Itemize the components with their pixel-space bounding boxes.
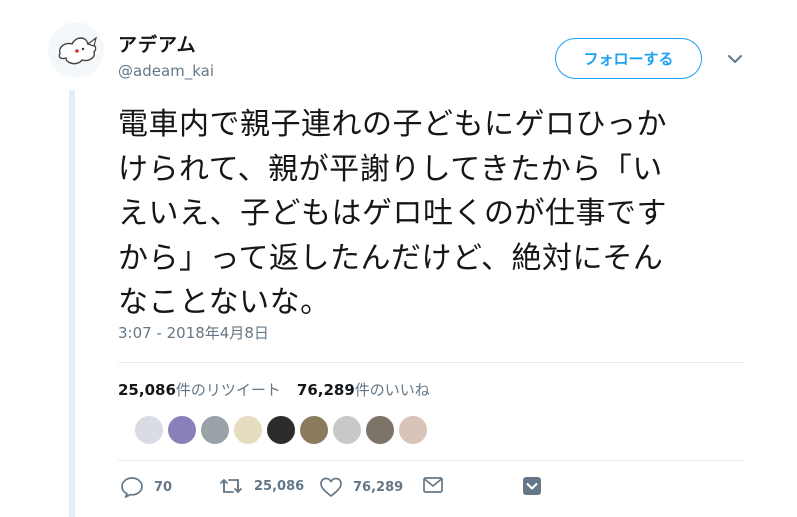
tweet-actions: 70 25,086 76,289 bbox=[120, 476, 550, 502]
conversation-thread-line bbox=[69, 90, 75, 517]
liker-avatar[interactable] bbox=[266, 415, 296, 445]
liker-avatar[interactable] bbox=[365, 415, 395, 445]
liker-avatars bbox=[134, 415, 428, 445]
reply-button[interactable]: 70 bbox=[120, 476, 172, 498]
like-button[interactable]: 76,289 bbox=[319, 476, 403, 498]
liker-avatar[interactable] bbox=[299, 415, 329, 445]
liker-avatar[interactable] bbox=[398, 415, 428, 445]
screen-name[interactable]: @adeam_kai bbox=[118, 62, 214, 80]
tweet-timestamp[interactable]: 3:07 - 2018年4月8日 bbox=[118, 322, 269, 343]
divider bbox=[118, 362, 745, 363]
like-stat-label: 件のいいね bbox=[354, 381, 430, 399]
retweet-stat[interactable]: 25,086件のリツイート bbox=[118, 379, 281, 400]
tweet-stats: 25,086件のリツイート 76,289件のいいね bbox=[118, 379, 430, 400]
retweet-count: 25,086 bbox=[254, 478, 305, 494]
tweet-text-line: 電車内で親子連れの子どもにゲロひっか bbox=[118, 107, 667, 142]
retweet-stat-label: 件のリツイート bbox=[175, 381, 281, 399]
liker-avatar[interactable] bbox=[200, 415, 230, 445]
envelope-icon bbox=[423, 477, 443, 493]
retweet-icon bbox=[220, 479, 242, 493]
bird-mascot-icon bbox=[58, 36, 97, 65]
tweet-text-line: えいえ、子どもはゲロ吐くのが仕事です bbox=[118, 196, 667, 231]
tweet-text-line: けられて、親が平謝りしてきたから「い bbox=[118, 151, 663, 187]
divider bbox=[118, 460, 745, 461]
like-count: 76,289 bbox=[353, 479, 404, 495]
retweet-stat-count: 25,086 bbox=[118, 381, 176, 399]
like-stat[interactable]: 76,289件のいいね bbox=[297, 379, 430, 400]
reply-count: 70 bbox=[154, 479, 173, 495]
share-menu-button[interactable] bbox=[522, 476, 542, 496]
retweet-button[interactable]: 25,086 bbox=[218, 476, 304, 496]
like-stat-count: 76,289 bbox=[296, 381, 355, 399]
liker-avatar[interactable] bbox=[134, 415, 164, 445]
tweet-text: 電車内で親子連れの子どもにゲロひっか けられて、親が平謝りしてきたから「い えい… bbox=[118, 103, 758, 326]
follow-button[interactable]: フォローする bbox=[555, 38, 702, 79]
tweet-text-line: なことないな。 bbox=[118, 285, 331, 320]
tweet-text-line: から」って返したんだけど、絶対にそん bbox=[118, 240, 664, 276]
heart-icon bbox=[320, 477, 342, 497]
avatar[interactable] bbox=[48, 22, 104, 78]
chevron-down-icon[interactable] bbox=[726, 52, 744, 66]
liker-avatar[interactable] bbox=[332, 415, 362, 445]
reply-icon bbox=[121, 477, 143, 498]
liker-avatar[interactable] bbox=[167, 415, 197, 445]
display-name[interactable]: アデアム bbox=[118, 30, 197, 57]
chevron-box-icon bbox=[523, 477, 541, 495]
direct-message-button[interactable] bbox=[422, 476, 444, 494]
liker-avatar[interactable] bbox=[233, 415, 263, 445]
